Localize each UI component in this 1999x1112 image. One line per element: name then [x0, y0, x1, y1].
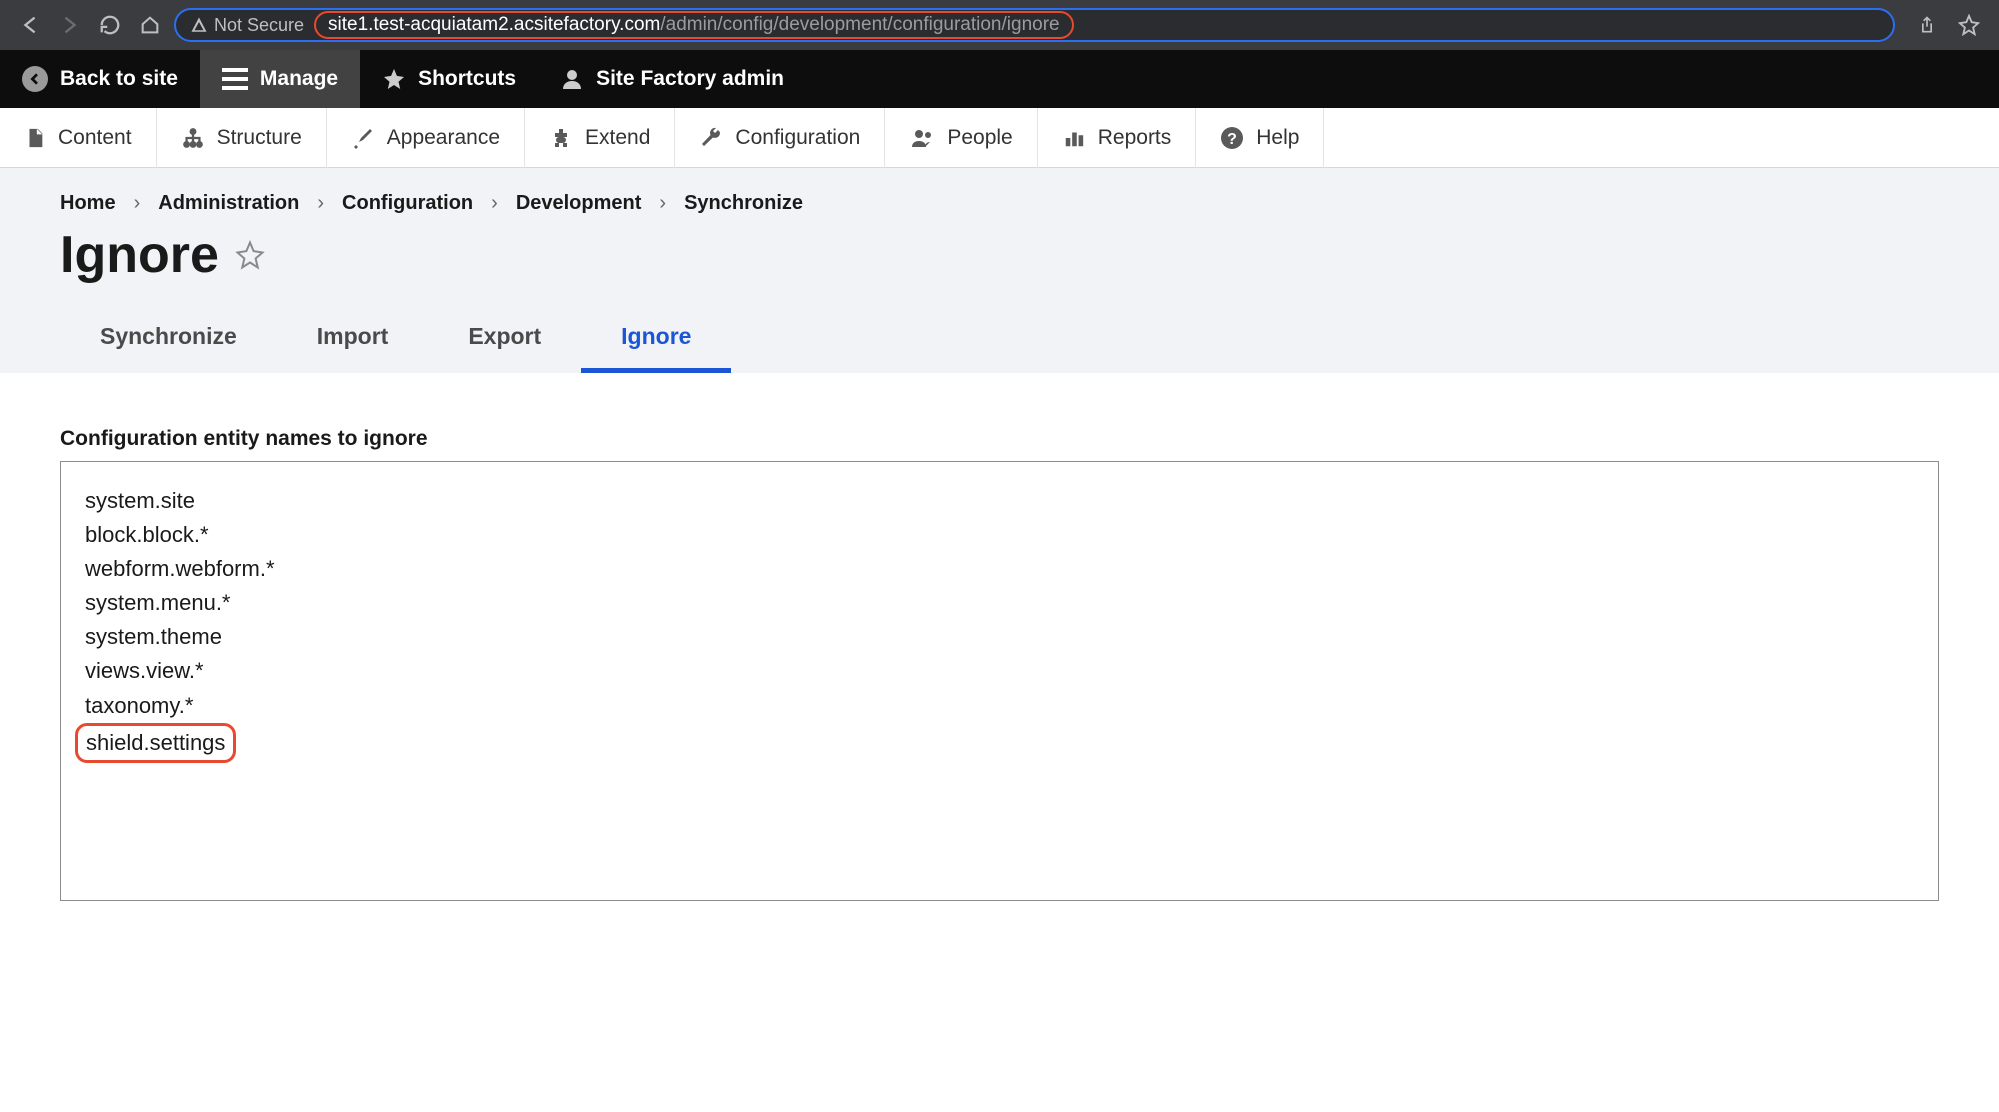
- tab-export[interactable]: Export: [428, 307, 581, 373]
- nav-configuration-label: Configuration: [735, 126, 860, 150]
- nav-appearance[interactable]: Appearance: [327, 108, 525, 168]
- nav-structure[interactable]: Structure: [157, 108, 327, 168]
- chevron-right-icon: ›: [134, 192, 141, 215]
- not-secure-badge[interactable]: Not Secure: [190, 15, 304, 36]
- shortcuts-button[interactable]: Shortcuts: [360, 50, 538, 108]
- structure-icon: [181, 127, 205, 149]
- config-line: system.theme: [85, 620, 1914, 654]
- breadcrumb: Home › Administration › Configuration › …: [60, 192, 1939, 215]
- chevron-left-icon: [22, 66, 48, 92]
- bookmark-star-button[interactable]: [1953, 9, 1985, 41]
- shortcuts-label: Shortcuts: [418, 67, 516, 91]
- tab-import[interactable]: Import: [277, 307, 429, 373]
- star-icon: [382, 67, 406, 91]
- config-line: views.view.*: [85, 654, 1914, 688]
- primary-tabs: Synchronize Import Export Ignore: [60, 307, 1939, 373]
- nav-content[interactable]: Content: [0, 108, 157, 168]
- user-icon: [560, 67, 584, 91]
- extend-icon: [549, 126, 573, 150]
- config-line: block.block.*: [85, 518, 1914, 552]
- field-label: Configuration entity names to ignore: [60, 427, 1939, 451]
- favorite-star-icon[interactable]: [235, 240, 265, 270]
- nav-back-button[interactable]: [14, 9, 46, 41]
- breadcrumb-item[interactable]: Synchronize: [684, 192, 803, 215]
- svg-text:?: ?: [1227, 131, 1237, 148]
- people-icon: [909, 126, 935, 150]
- config-line: system.site: [85, 484, 1914, 518]
- nav-configuration[interactable]: Configuration: [675, 108, 885, 168]
- nav-reports-label: Reports: [1098, 126, 1172, 150]
- nav-help-label: Help: [1256, 126, 1299, 150]
- nav-people-label: People: [947, 126, 1012, 150]
- reports-icon: [1062, 127, 1086, 149]
- config-line: system.menu.*: [85, 586, 1914, 620]
- nav-extend[interactable]: Extend: [525, 108, 675, 168]
- user-menu-button[interactable]: Site Factory admin: [538, 50, 806, 108]
- warning-icon: [190, 16, 208, 34]
- url-domain: site1.test-acquiatam2.acsitefactory.com: [328, 14, 660, 36]
- browser-toolbar: Not Secure site1.test-acquiatam2.acsitef…: [0, 0, 1999, 50]
- page-header: Home › Administration › Configuration › …: [0, 168, 1999, 373]
- nav-forward-button[interactable]: [54, 9, 86, 41]
- hamburger-icon: [222, 68, 248, 90]
- tab-synchronize[interactable]: Synchronize: [60, 307, 277, 373]
- nav-appearance-label: Appearance: [387, 126, 500, 150]
- chevron-right-icon: ›: [317, 192, 324, 215]
- help-icon: ?: [1220, 126, 1244, 150]
- user-label: Site Factory admin: [596, 67, 784, 91]
- url-highlight-annotation: site1.test-acquiatam2.acsitefactory.com/…: [314, 11, 1074, 39]
- reload-button[interactable]: [94, 9, 126, 41]
- url-display: site1.test-acquiatam2.acsitefactory.com/…: [314, 11, 1879, 39]
- secure-label: Not Secure: [214, 15, 304, 36]
- config-ignore-textarea[interactable]: system.siteblock.block.*webform.webform.…: [60, 461, 1939, 901]
- tab-ignore[interactable]: Ignore: [581, 307, 731, 373]
- configuration-icon: [699, 126, 723, 150]
- back-to-site-label: Back to site: [60, 67, 178, 91]
- content-icon: [24, 127, 46, 149]
- highlight-annotation: shield.settings: [75, 723, 236, 763]
- nav-reports[interactable]: Reports: [1038, 108, 1197, 168]
- home-button[interactable]: [134, 9, 166, 41]
- address-bar[interactable]: Not Secure site1.test-acquiatam2.acsitef…: [174, 8, 1895, 42]
- nav-help[interactable]: ? Help: [1196, 108, 1324, 168]
- breadcrumb-item[interactable]: Development: [516, 192, 642, 215]
- config-line: webform.webform.*: [85, 552, 1914, 586]
- breadcrumb-item[interactable]: Configuration: [342, 192, 473, 215]
- admin-toolbar: Back to site Manage Shortcuts Site Facto…: [0, 50, 1999, 108]
- nav-extend-label: Extend: [585, 126, 650, 150]
- manage-button[interactable]: Manage: [200, 50, 360, 108]
- config-line: taxonomy.*: [85, 689, 1914, 723]
- share-button[interactable]: [1911, 9, 1943, 41]
- url-path: /admin/config/development/configuration/…: [660, 14, 1059, 36]
- admin-menu: Content Structure Appearance Extend Conf…: [0, 108, 1999, 168]
- appearance-icon: [351, 126, 375, 150]
- nav-content-label: Content: [58, 126, 132, 150]
- chevron-right-icon: ›: [659, 192, 666, 215]
- page-title: Ignore: [60, 225, 219, 285]
- breadcrumb-item[interactable]: Administration: [158, 192, 299, 215]
- nav-people[interactable]: People: [885, 108, 1037, 168]
- breadcrumb-item[interactable]: Home: [60, 192, 116, 215]
- chevron-right-icon: ›: [491, 192, 498, 215]
- nav-structure-label: Structure: [217, 126, 302, 150]
- manage-label: Manage: [260, 67, 338, 91]
- config-line: shield.settings: [85, 723, 1914, 763]
- back-to-site-button[interactable]: Back to site: [0, 50, 200, 108]
- main-content: Configuration entity names to ignore sys…: [0, 373, 1999, 955]
